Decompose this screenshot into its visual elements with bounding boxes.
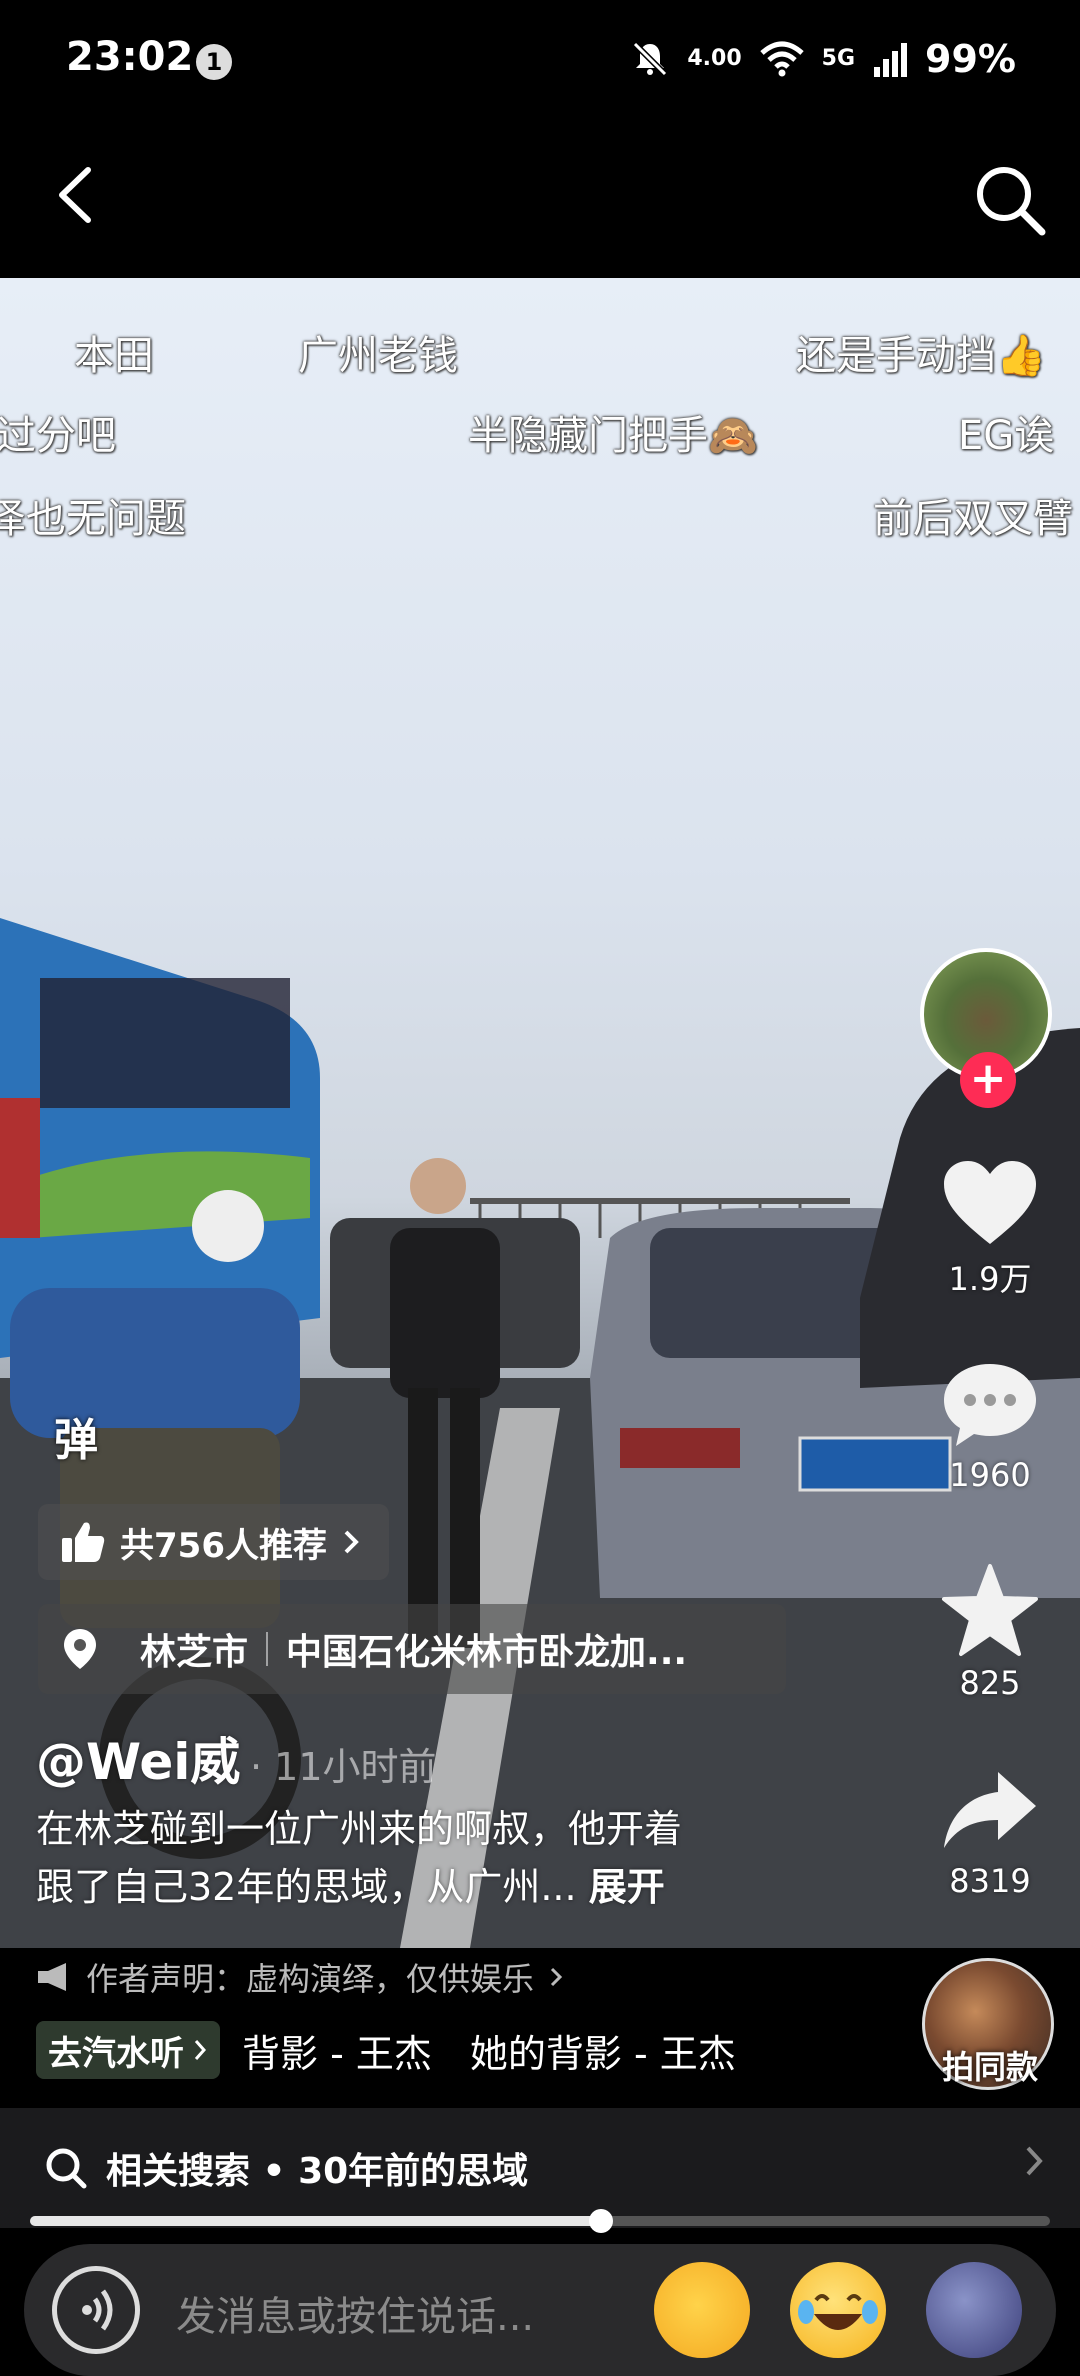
- search-icon: [46, 2148, 87, 2189]
- listen-in-soda-button[interactable]: 去汽水听: [36, 2021, 220, 2079]
- megaphone-icon: [38, 1963, 66, 1991]
- mute-bell-icon: [633, 41, 668, 77]
- wifi-icon: [759, 41, 804, 77]
- danmaku-item: 还是手动挡👍: [796, 333, 1046, 379]
- laugh-cry-emoji-icon[interactable]: [790, 2262, 886, 2358]
- author-declaration[interactable]: 作者声明：虚构演绎，仅供娱乐: [36, 1952, 564, 2002]
- battery-level: 99%: [925, 37, 1016, 81]
- share-button[interactable]: 8319: [920, 1766, 1060, 1900]
- status-bar: 23:02 1 4.00 5G 99%: [0, 0, 1080, 120]
- chevron-left-icon[interactable]: [48, 160, 108, 230]
- declaration-text: 作者声明：虚构演绎，仅供娱乐: [86, 1960, 535, 1998]
- like-count: 1.9万: [948, 1260, 1032, 1298]
- related-search-bar[interactable]: 相关搜索 • 30年前的思域: [0, 2108, 1080, 2228]
- moon-face-emoji-icon[interactable]: [926, 2262, 1022, 2358]
- location-pin-icon: [64, 1629, 96, 1669]
- location-place: 中国石化米林市卧龙加...: [286, 1632, 688, 1673]
- chevron-right-icon: [344, 1530, 359, 1554]
- video-description[interactable]: 在林芝碰到一位广州来的啊叔，他开着 跟了自己32年的思域，从广州... 展开: [36, 1800, 856, 1916]
- star-icon: [942, 1564, 1038, 1656]
- chevron-right-icon: [1026, 2146, 1043, 2176]
- description-line: 跟了自己32年的思域，从广州...: [36, 1865, 577, 1909]
- danmaku-item: 前后双叉臂: [873, 496, 1073, 542]
- favorite-button[interactable]: 825: [920, 1562, 1060, 1702]
- video-player[interactable]: 本田 广州老钱 还是手动挡👍 过分吧 半隐藏门把手🙈 EG诶 泽也无问题 前后双…: [0, 278, 1080, 1948]
- music-chip-label: 去汽水听: [48, 2033, 184, 2074]
- voice-button[interactable]: [52, 2266, 140, 2354]
- network-speed: 4.00: [687, 46, 742, 71]
- chevron-right-icon: [194, 2040, 207, 2060]
- follow-button[interactable]: +: [960, 1052, 1016, 1108]
- danmaku-item: EG诶: [958, 413, 1055, 459]
- notification-badge: 1: [196, 44, 232, 80]
- share-count: 8319: [949, 1862, 1031, 1900]
- status-icons: 4.00 5G 99%: [631, 34, 1016, 84]
- music-title[interactable]: 背影 - 王杰 她的背影 - 王杰: [242, 2023, 736, 2078]
- like-button[interactable]: 1.9万: [920, 1158, 1060, 1300]
- progress-handle[interactable]: [589, 2209, 614, 2233]
- location-chip[interactable]: 林芝市 中国石化米林市卧龙加...: [38, 1604, 786, 1694]
- post-time: · 11小时前: [250, 1745, 437, 1789]
- author-name[interactable]: @Wei威: [36, 1722, 240, 1794]
- chevron-right-icon: [550, 1967, 563, 1987]
- danmaku-item: 泽也无问题: [0, 496, 186, 542]
- share-arrow-icon: [944, 1772, 1036, 1848]
- same-style-button[interactable]: 拍同款: [920, 2042, 1060, 2088]
- comment-count: 1960: [949, 1456, 1031, 1494]
- related-search-text: 相关搜索 • 30年前的思域: [106, 2151, 529, 2192]
- thumbs-up-icon: [62, 1522, 105, 1562]
- voice-icon: [82, 2289, 113, 2331]
- recommend-text: 共756人推荐: [120, 1525, 327, 1566]
- signal-icon: [874, 43, 908, 77]
- favorite-count: 825: [959, 1664, 1021, 1702]
- danmaku-item: 广州老钱: [298, 333, 458, 379]
- danmaku-item: 半隐藏门把手🙈: [468, 413, 758, 459]
- heart-icon: [944, 1161, 1036, 1244]
- comment-icon: [944, 1364, 1036, 1446]
- network-type: 5G: [821, 46, 856, 71]
- comment-button[interactable]: 1960: [920, 1360, 1060, 1494]
- music-row: 去汽水听 背影 - 王杰 她的背影 - 王杰: [36, 2020, 736, 2080]
- location-city: 林芝市: [140, 1632, 249, 1673]
- progress-fill: [30, 2216, 602, 2226]
- top-nav: [0, 120, 1080, 278]
- search-icon[interactable]: [970, 160, 1050, 240]
- clap-emoji-icon[interactable]: [654, 2262, 750, 2358]
- status-time: 23:02: [66, 34, 194, 80]
- laugh-cry-face: [798, 2294, 878, 2330]
- recommend-chip[interactable]: 共756人推荐: [38, 1504, 389, 1580]
- video-progress-bar[interactable]: [30, 2209, 1050, 2233]
- location-divider: [266, 1632, 269, 1666]
- danmaku-item: 本田: [74, 333, 154, 379]
- description-line: 在林芝碰到一位广州来的啊叔，他开着: [36, 1807, 683, 1851]
- message-input[interactable]: 发消息或按住说话...: [176, 2284, 534, 2342]
- danmaku-item: 过分吧: [0, 413, 116, 459]
- danmaku-watermark: 弹: [54, 1415, 98, 1466]
- expand-link[interactable]: 展开: [589, 1865, 665, 1909]
- message-input-bar: 发消息或按住说话...: [24, 2244, 1056, 2376]
